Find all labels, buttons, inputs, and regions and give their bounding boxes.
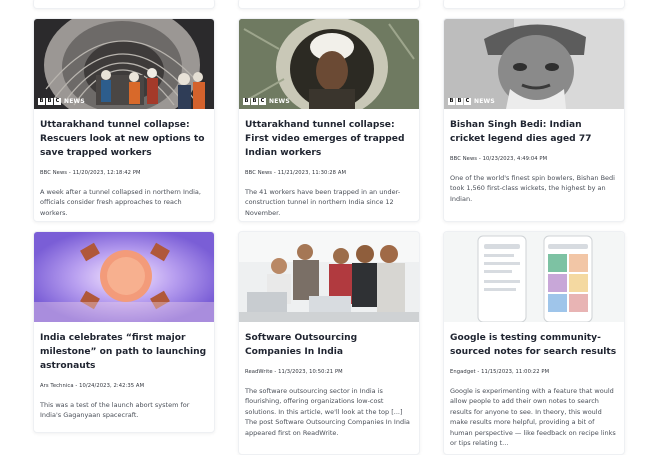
news-card-stub[interactable] (238, 0, 420, 9)
article-title[interactable]: India celebrates “first major milestone”… (40, 331, 208, 373)
article-meta: BBC News - 10/23/2023, 4:49:04 PM (450, 156, 548, 162)
article-description: One of the world's finest spin bowlers, … (450, 174, 615, 203)
spacecraft-abort-test-image (34, 232, 214, 322)
article-meta: Engadget - 11/15/2023, 11:00:22 PM (450, 369, 550, 375)
article-thumbnail[interactable] (444, 232, 624, 322)
article-title[interactable]: Software Outsourcing Companies In India (245, 331, 413, 359)
article-title[interactable]: Uttarakhand tunnel collapse: Rescuers lo… (40, 118, 208, 160)
article-description: Google is experimenting with a feature t… (450, 387, 616, 448)
article-thumbnail[interactable]: BBC NEWS (34, 19, 214, 109)
news-card[interactable]: Software Outsourcing Companies In India … (238, 231, 420, 455)
article-thumbnail[interactable]: BBC NEWS (239, 19, 419, 109)
article-description: This was a test of the launch abort syst… (40, 401, 190, 420)
office-workers-image (239, 232, 419, 322)
article-thumbnail[interactable] (34, 232, 214, 322)
article-meta: BBC News - 11/21/2023, 11:30:28 AM (245, 170, 347, 176)
news-card[interactable]: BBC NEWS Bishan Singh Bedi: Indian crick… (443, 18, 625, 222)
cricketer-portrait-image (444, 19, 624, 109)
article-description: A week after a tunnel collapsed in north… (40, 188, 201, 217)
news-card[interactable]: India celebrates “first major milestone”… (33, 231, 215, 433)
bbc-news-logo: BBC NEWS (243, 98, 290, 105)
article-thumbnail[interactable] (239, 232, 419, 322)
article-meta: ReadWrite - 11/3/2023, 10:50:21 PM (245, 369, 343, 375)
news-card[interactable]: BBC NEWS Uttarakhand tunnel collapse: Re… (33, 18, 215, 222)
bbc-news-logo: BBC NEWS (38, 98, 85, 105)
article-title[interactable]: Uttarakhand tunnel collapse: First video… (245, 118, 413, 160)
trapped-worker-image (239, 19, 419, 109)
article-title[interactable]: Bishan Singh Bedi: Indian cricket legend… (450, 118, 618, 146)
article-thumbnail[interactable]: BBC NEWS (444, 19, 624, 109)
news-card-stub[interactable] (443, 0, 625, 9)
news-card[interactable]: Google is testing community-sourced note… (443, 231, 625, 455)
article-description: The 41 workers have been trapped in an u… (245, 188, 401, 217)
article-meta: Ars Technica - 10/24/2023, 2:42:35 AM (40, 383, 145, 389)
news-card-stub[interactable] (33, 0, 215, 9)
search-notes-phones-image (444, 232, 624, 322)
article-description: The software outsourcing sector in India… (245, 387, 410, 437)
article-title[interactable]: Google is testing community-sourced note… (450, 331, 618, 359)
bbc-news-logo: BBC NEWS (448, 98, 495, 105)
tunnel-rescue-image (34, 19, 214, 109)
article-meta: BBC News - 11/20/2023, 12:18:42 PM (40, 170, 141, 176)
news-card[interactable]: BBC NEWS Uttarakhand tunnel collapse: Fi… (238, 18, 420, 222)
